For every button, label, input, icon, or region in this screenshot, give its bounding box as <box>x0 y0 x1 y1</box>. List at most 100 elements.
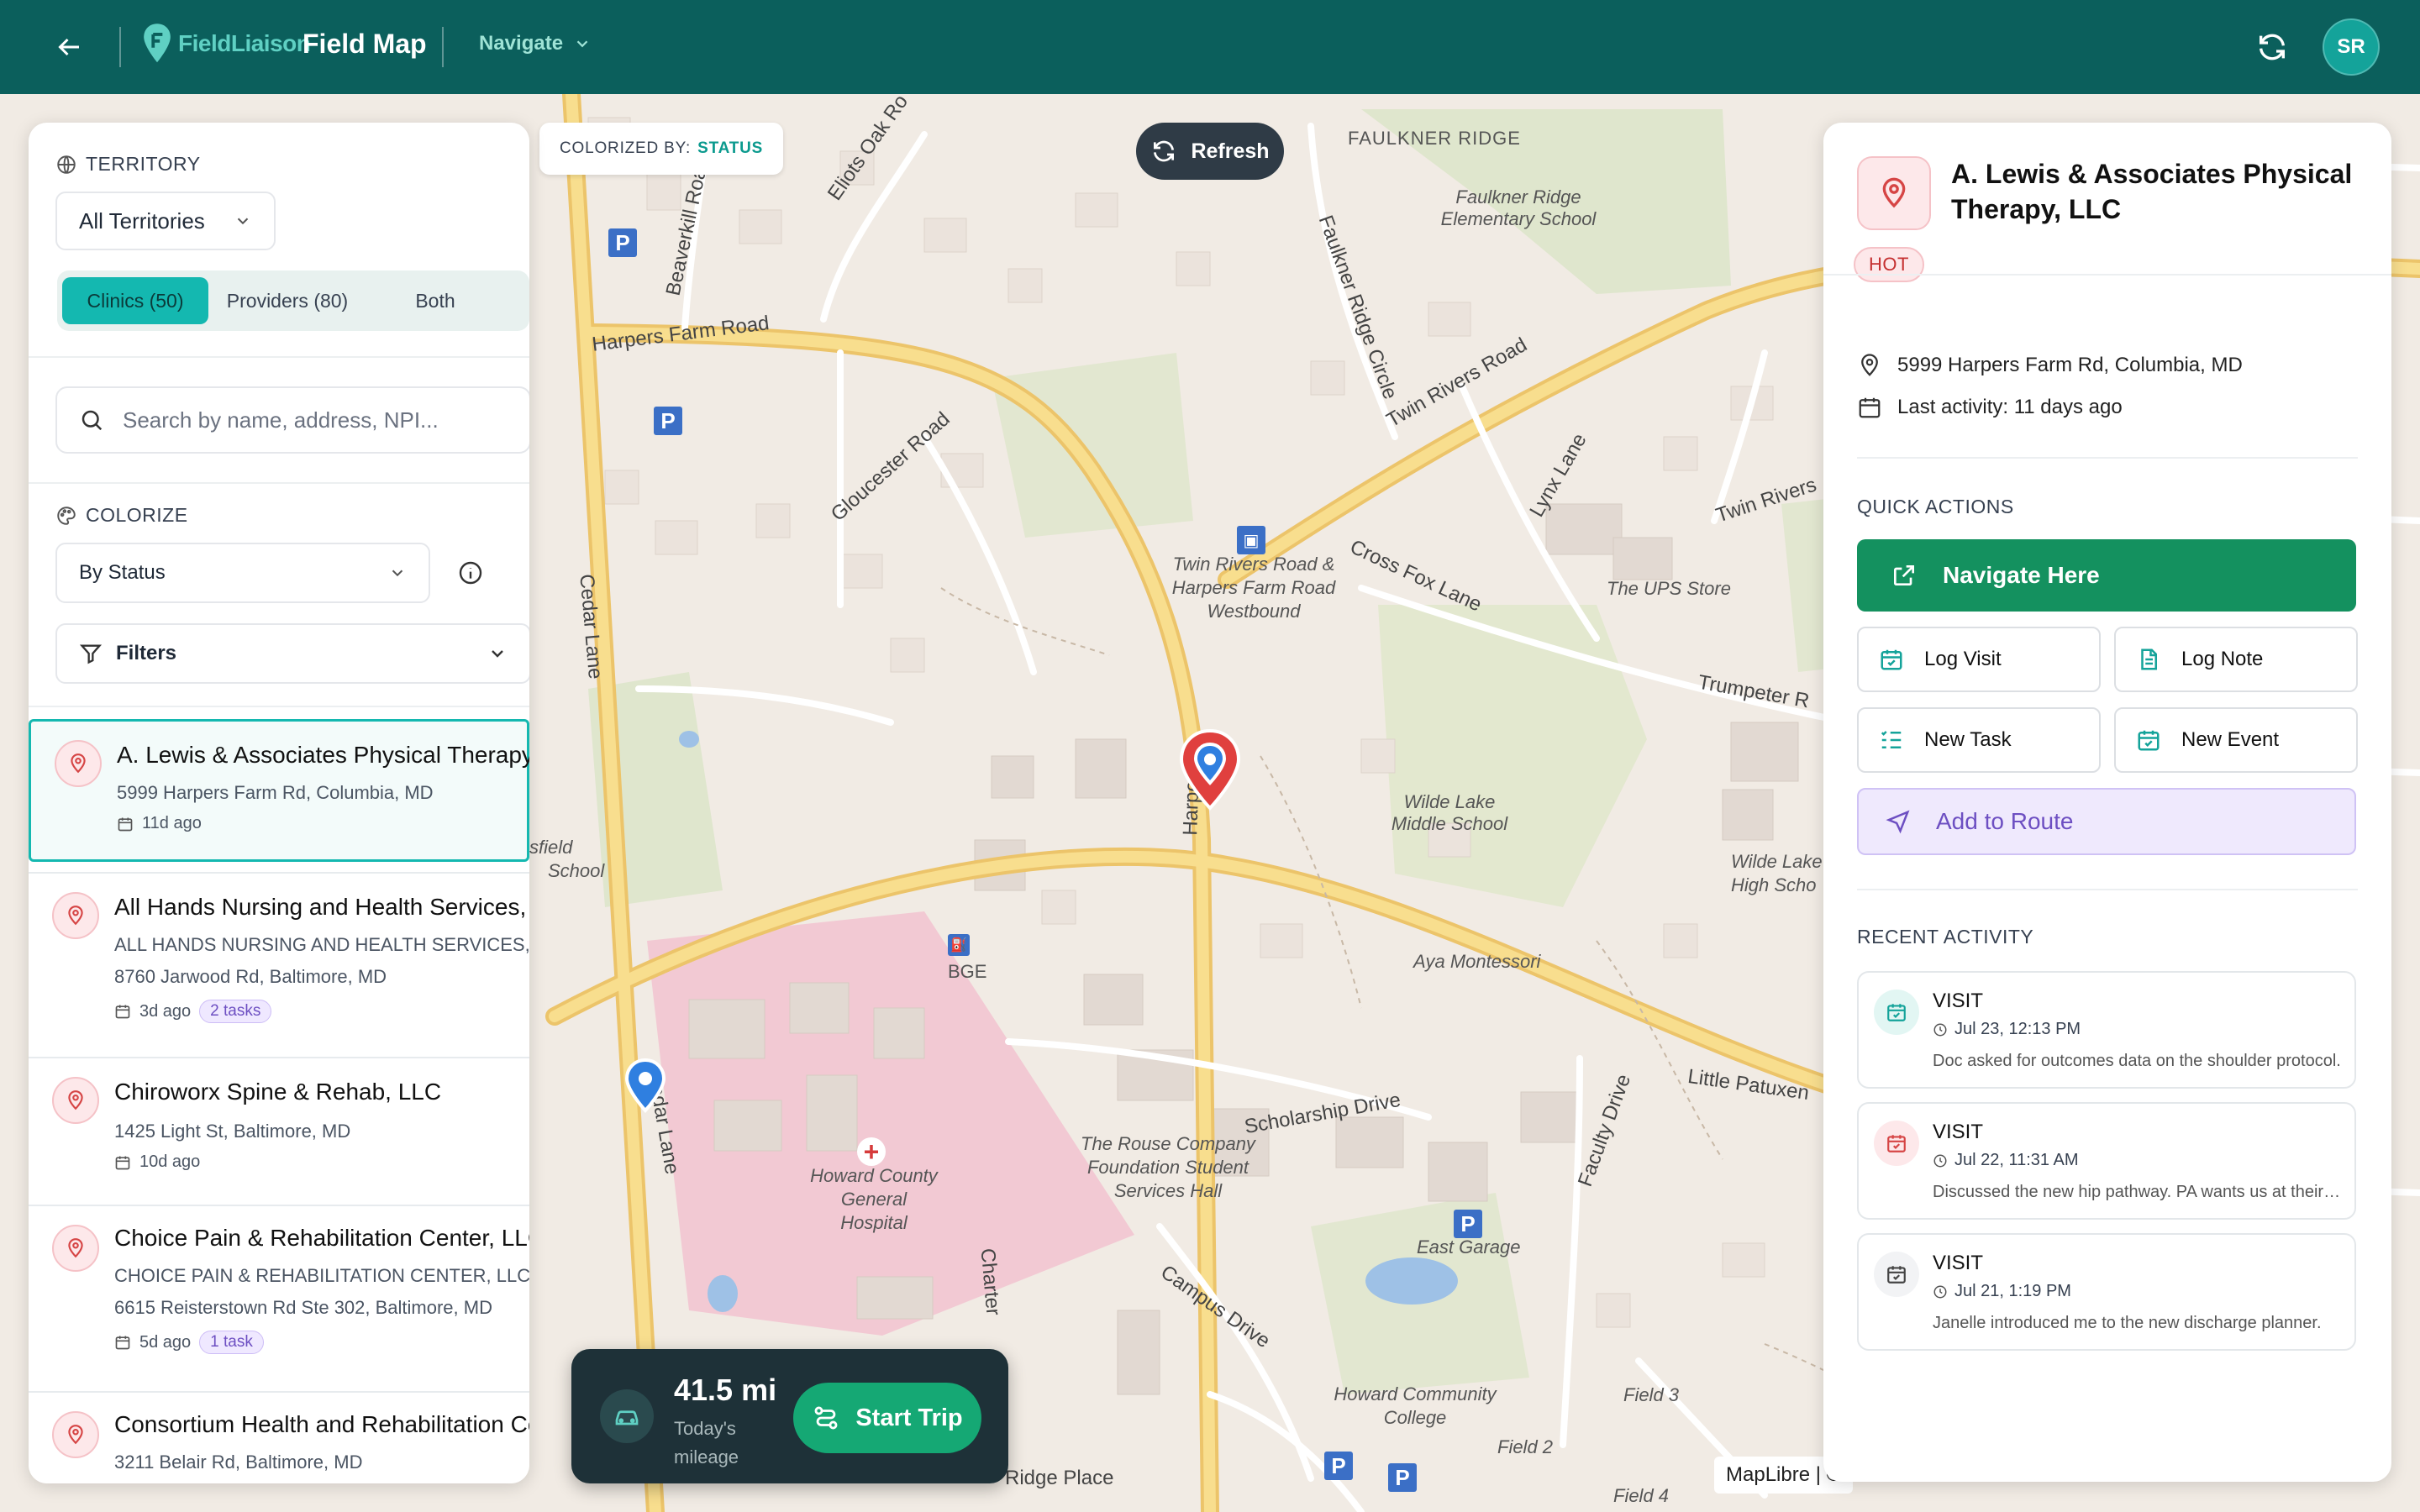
colorized-by-chip: COLORIZED BY: STATUS <box>539 123 784 175</box>
globe-icon <box>55 154 77 176</box>
map-pin-icon <box>52 1411 99 1458</box>
colorize-label: COLORIZE <box>86 504 188 526</box>
hospital-icon: + <box>857 1137 886 1167</box>
parking-icon: P <box>654 407 682 435</box>
brand-logo: FieldLiaison <box>141 22 311 66</box>
search-input[interactable]: Search by name, address, NPI... <box>55 386 529 454</box>
info-icon[interactable] <box>457 559 484 586</box>
selected-clinic-pin[interactable] <box>1176 727 1244 811</box>
filter-icon <box>79 642 103 665</box>
list-item[interactable]: All Hands Nursing and Health Services, L… <box>29 872 529 1048</box>
activity-type: VISIT <box>1933 1121 1984 1143</box>
segment-providers[interactable]: Providers (80) <box>212 277 363 324</box>
clinic-pin[interactable] <box>623 1058 667 1114</box>
divider <box>1823 274 2391 276</box>
map-pin-icon <box>52 892 99 939</box>
log-note-button[interactable]: Log Note <box>2114 627 2358 692</box>
map-label: BGE <box>948 961 987 982</box>
item-name: All Hands Nursing and Health Services, L… <box>114 894 529 920</box>
item-meta: 11d ago <box>117 814 202 833</box>
list-item[interactable]: A. Lewis & Associates Physical Therapy, … <box>29 719 529 862</box>
parking-icon: P <box>1388 1463 1417 1492</box>
log-visit-button[interactable]: Log Visit <box>1857 627 2101 692</box>
divider <box>1857 889 2358 890</box>
colorize-dropdown[interactable]: By Status <box>55 543 430 603</box>
task-list-icon <box>1879 727 1904 753</box>
navigate-dropdown[interactable]: Navigate <box>479 32 592 55</box>
fuel-icon: ⛽ <box>948 934 970 956</box>
calendar-icon <box>114 1003 131 1020</box>
map-label: Wilde Lake Middle School <box>1391 791 1508 834</box>
visit-icon <box>1874 990 1919 1035</box>
colorized-by-label: COLORIZED BY: <box>560 139 692 157</box>
item-ago: 5d ago <box>139 1332 192 1352</box>
avatar[interactable]: SR <box>2323 18 2380 76</box>
activity-timestamp: Jul 23, 12:13 PM <box>1954 1020 2081 1038</box>
navigate-label: Navigate <box>479 32 564 55</box>
territory-dropdown[interactable]: All Territories <box>55 192 276 250</box>
item-ago: 3d ago <box>139 1001 192 1021</box>
territory-section-label: TERRITORY <box>55 153 201 176</box>
refresh-label: Refresh <box>1191 139 1270 163</box>
header-divider <box>119 27 121 67</box>
palette-icon <box>55 505 77 527</box>
refresh-button[interactable]: Refresh <box>1136 123 1284 180</box>
log-visit-label: Log Visit <box>1924 648 2002 670</box>
visit-icon <box>1874 1252 1919 1297</box>
search-placeholder: Search by name, address, NPI... <box>123 407 439 433</box>
segment-both[interactable]: Both <box>368 277 502 324</box>
location-icon <box>1857 353 1882 378</box>
parking-icon: P <box>1324 1452 1353 1480</box>
bus-stop-icon: ▣ <box>1237 526 1265 554</box>
trip-miles: 41.5 mi <box>674 1373 777 1407</box>
divider <box>1857 457 2358 459</box>
back-arrow-icon[interactable] <box>54 32 84 62</box>
refresh-icon <box>1150 138 1177 165</box>
list-item[interactable]: Choice Pain & Rehabilitation Center, LLC… <box>29 1205 529 1381</box>
parking-icon: P <box>608 228 637 257</box>
activity-card[interactable]: VISIT Jul 21, 1:19 PM Janelle introduced… <box>1857 1233 2356 1351</box>
activity-card[interactable]: VISIT Jul 23, 12:13 PM Doc asked for out… <box>1857 971 2356 1089</box>
entity-segmented-control: Clinics (50) Providers (80) Both <box>57 270 529 331</box>
detail-activity-row: Last activity: 11 days ago <box>1857 395 2123 420</box>
sync-icon[interactable] <box>2255 30 2289 64</box>
calendar-icon <box>1857 395 1882 420</box>
map-label: FAULKNER RIDGE <box>1348 128 1521 149</box>
quick-actions-label: QUICK ACTIONS <box>1857 496 2014 517</box>
route-icon <box>812 1404 840 1432</box>
item-address: 5999 Harpers Farm Rd, Columbia, MD <box>117 782 434 803</box>
map-label: sfield <box>529 837 573 858</box>
item-meta: 3d ago 2 tasks <box>114 1000 272 1023</box>
search-icon <box>79 407 104 433</box>
activity-description: Janelle introduced me to the new dischar… <box>1933 1314 2322 1332</box>
start-trip-button[interactable]: Start Trip <box>793 1383 981 1453</box>
map-label: Howard Community College <box>1334 1383 1497 1428</box>
new-task-button[interactable]: New Task <box>1857 707 2101 773</box>
map-label: Faulkner Ridge Elementary School <box>1440 186 1597 229</box>
item-name: Consortium Health and Rehabilitation Cen… <box>114 1411 529 1437</box>
list-item[interactable]: Chiroworx Spine & Rehab, LLC 1425 Light … <box>29 1057 529 1194</box>
map-label: East Garage <box>1417 1236 1521 1257</box>
calendar-icon <box>114 1334 131 1351</box>
new-event-button[interactable]: New Event <box>2114 707 2358 773</box>
top-header: FieldLiaison Field Map Navigate SR <box>0 0 2420 94</box>
car-icon <box>600 1389 654 1443</box>
filters-dropdown[interactable]: Filters <box>55 623 529 684</box>
brand-name: FieldLiaison <box>178 30 311 56</box>
detail-address: 5999 Harpers Farm Rd, Columbia, MD <box>1897 354 2243 376</box>
send-arrow-icon <box>1886 809 1911 834</box>
item-name: Chiroworx Spine & Rehab, LLC <box>114 1079 442 1105</box>
segment-clinics[interactable]: Clinics (50) <box>62 277 208 324</box>
detail-panel: A. Lewis & Associates Physical Therapy, … <box>1823 123 2391 1482</box>
navigate-here-button[interactable]: Navigate Here <box>1857 539 2356 612</box>
list-item[interactable]: Consortium Health and Rehabilitation Cen… <box>29 1391 529 1483</box>
item-name: Choice Pain & Rehabilitation Center, LLC <box>114 1225 529 1251</box>
map-pin-icon <box>52 1077 99 1124</box>
divider <box>29 706 529 707</box>
task-count-badge: 2 tasks <box>199 1000 272 1023</box>
map-label: Aya Montessori <box>1413 951 1541 972</box>
external-link-icon <box>1891 562 1918 589</box>
calendar-icon <box>117 816 134 832</box>
add-to-route-button[interactable]: Add to Route <box>1857 788 2356 855</box>
activity-card[interactable]: VISIT Jul 22, 11:31 AM Discussed the new… <box>1857 1102 2356 1220</box>
